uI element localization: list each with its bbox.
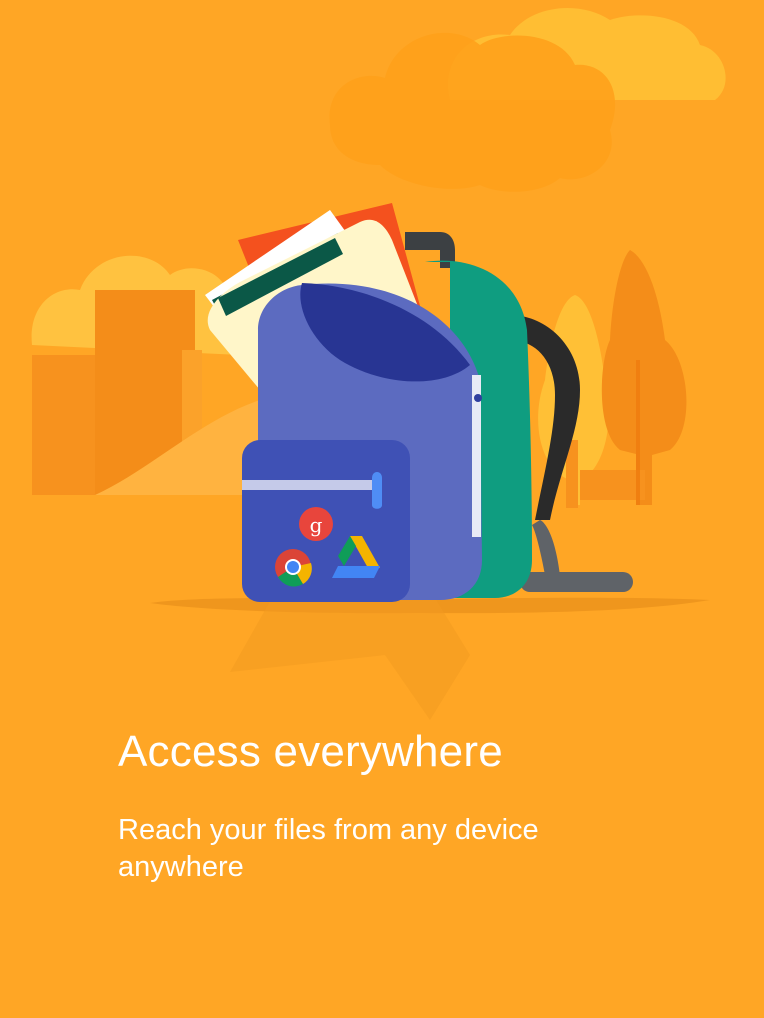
onboarding-subtitle: Reach your files from any device anywher… [118, 814, 539, 883]
svg-text:g: g [310, 513, 323, 537]
google-plus-icon: g [299, 507, 333, 541]
onboarding-title: Access everywhere [118, 727, 503, 776]
backpack-illustration: g [0, 0, 764, 720]
